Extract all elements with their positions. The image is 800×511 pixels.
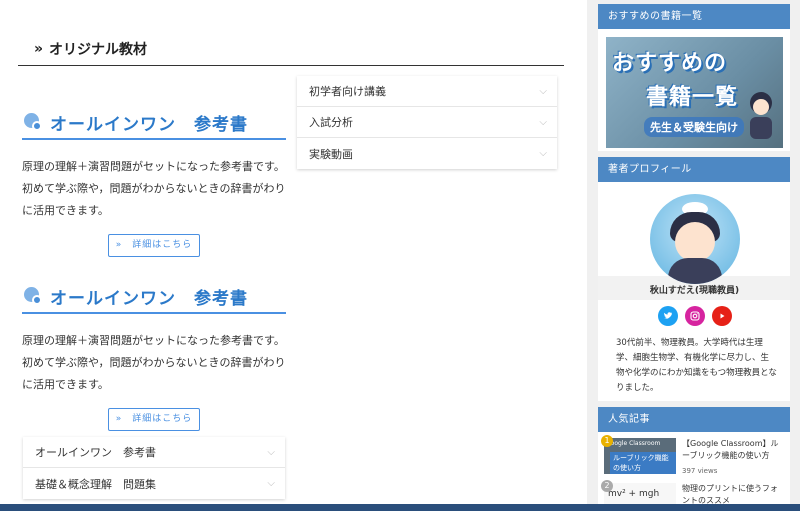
popular-article[interactable]: Google Classroom ルーブリック機能の使い方 1 【Google … <box>598 432 791 477</box>
block-heading-text: オールインワン 参考書 <box>50 114 248 135</box>
detail-button[interactable]: » 詳細はこちら <box>108 408 200 431</box>
profile-widget: 著者プロフィール 秋山すだえ(現職教員) 30代前半、物理教員。大学時代は生理学… <box>598 157 791 401</box>
rank-badge: 2 <box>601 480 613 492</box>
character-illustration <box>750 92 772 139</box>
block-description: 原理の理解＋演習問題がセットになった参考書です。初めて学ぶ際や，問題がわからない… <box>22 334 286 391</box>
accordion-item[interactable]: オールインワン 参考書 ⌵ <box>23 437 285 468</box>
chevron-down-icon: ⌵ <box>539 116 547 128</box>
accordion-label: 初学者向け講義 <box>309 85 386 98</box>
bubble-icon <box>24 112 44 132</box>
profile-bio: 30代前半、物理教員。大学時代は生理学、細胞生物学、有機化学に尽力し、生物や化学… <box>616 338 777 393</box>
social-links <box>598 306 791 326</box>
twitter-icon[interactable] <box>657 306 678 326</box>
scrollbar[interactable] <box>790 0 800 511</box>
bubble-icon <box>24 286 44 306</box>
banner-sub: 先生＆受験生向け <box>644 117 744 137</box>
chevron-down-icon: ⌵ <box>539 148 547 159</box>
rank-badge: 1 <box>601 435 613 447</box>
bottom-accordion: オールインワン 参考書 ⌵ 基礎＆概念理解 問題集 ⌵ <box>23 437 285 499</box>
widget-header: おすすめの書籍一覧 <box>598 4 791 29</box>
block-heading: オールインワン 参考書 <box>22 280 286 314</box>
main-content: » オリジナル教材 オールインワン 参考書 原理の理解＋演習問題がセットになった… <box>0 0 587 511</box>
thumb-subtitle: ルーブリック機能の使い方 <box>610 452 676 474</box>
detail-button[interactable]: » 詳細はこちら <box>108 234 200 257</box>
block-heading: オールインワン 参考書 <box>22 106 286 140</box>
block-heading-text: オールインワン 参考書 <box>50 288 248 309</box>
books-widget: おすすめの書籍一覧 おすすめの 書籍一覧 先生＆受験生向け <box>598 4 791 151</box>
article-title: 【Google Classroom】ルーブリック機能の使い方 <box>682 439 779 460</box>
accordion-item[interactable]: 実験動画 ⌵ <box>297 138 557 169</box>
double-chevron-icon: » <box>34 40 44 57</box>
accordion-item[interactable]: 初学者向け講義 ⌵ <box>297 76 557 107</box>
chevron-down-icon: ⌵ <box>539 85 547 97</box>
banner-line2: 書籍一覧 <box>646 85 739 110</box>
books-banner[interactable]: おすすめの 書籍一覧 先生＆受験生向け <box>606 37 783 148</box>
banner-line1: おすすめの <box>612 51 728 76</box>
thumb-title: Google Classroom <box>606 440 661 447</box>
youtube-icon[interactable] <box>711 306 732 326</box>
chevron-down-icon: ⌵ <box>267 478 275 489</box>
accordion-item[interactable]: 基礎＆概念理解 問題集 ⌵ <box>23 468 285 499</box>
material-block: オールインワン 参考書 原理の理解＋演習問題がセットになった参考書です。初めて学… <box>22 106 286 257</box>
accordion-item[interactable]: 入試分析 ⌵ <box>297 107 557 138</box>
widget-header: 人気記事 <box>598 407 791 432</box>
accordion-label: 入試分析 <box>309 116 353 129</box>
popular-widget: 人気記事 Google Classroom ルーブリック機能の使い方 1 【Go… <box>598 407 791 511</box>
instagram-icon[interactable] <box>684 306 705 326</box>
taskbar <box>0 504 800 511</box>
article-views: 397 views <box>682 467 718 475</box>
thumb-formula: mv² + mgh <box>608 489 660 499</box>
accordion-label: 実験動画 <box>309 147 353 161</box>
article-thumbnail: Google Classroom ルーブリック機能の使い方 <box>604 438 676 474</box>
material-block: オールインワン 参考書 原理の理解＋演習問題がセットになった参考書です。初めて学… <box>22 280 286 431</box>
block-description: 原理の理解＋演習問題がセットになった参考書です。初めて学ぶ際や，問題がわからない… <box>22 160 286 217</box>
widget-header: 著者プロフィール <box>598 157 791 182</box>
section-title-text: オリジナル教材 <box>49 41 148 58</box>
chevron-down-icon: ⌵ <box>267 446 275 458</box>
accordion-label: 基礎＆概念理解 問題集 <box>35 477 156 491</box>
accordion-label: オールインワン 参考書 <box>35 446 156 459</box>
right-accordion: 初学者向け講義 ⌵ 入試分析 ⌵ 実験動画 ⌵ <box>297 76 557 169</box>
avatar <box>649 194 740 284</box>
section-title: » オリジナル教材 <box>18 32 564 66</box>
